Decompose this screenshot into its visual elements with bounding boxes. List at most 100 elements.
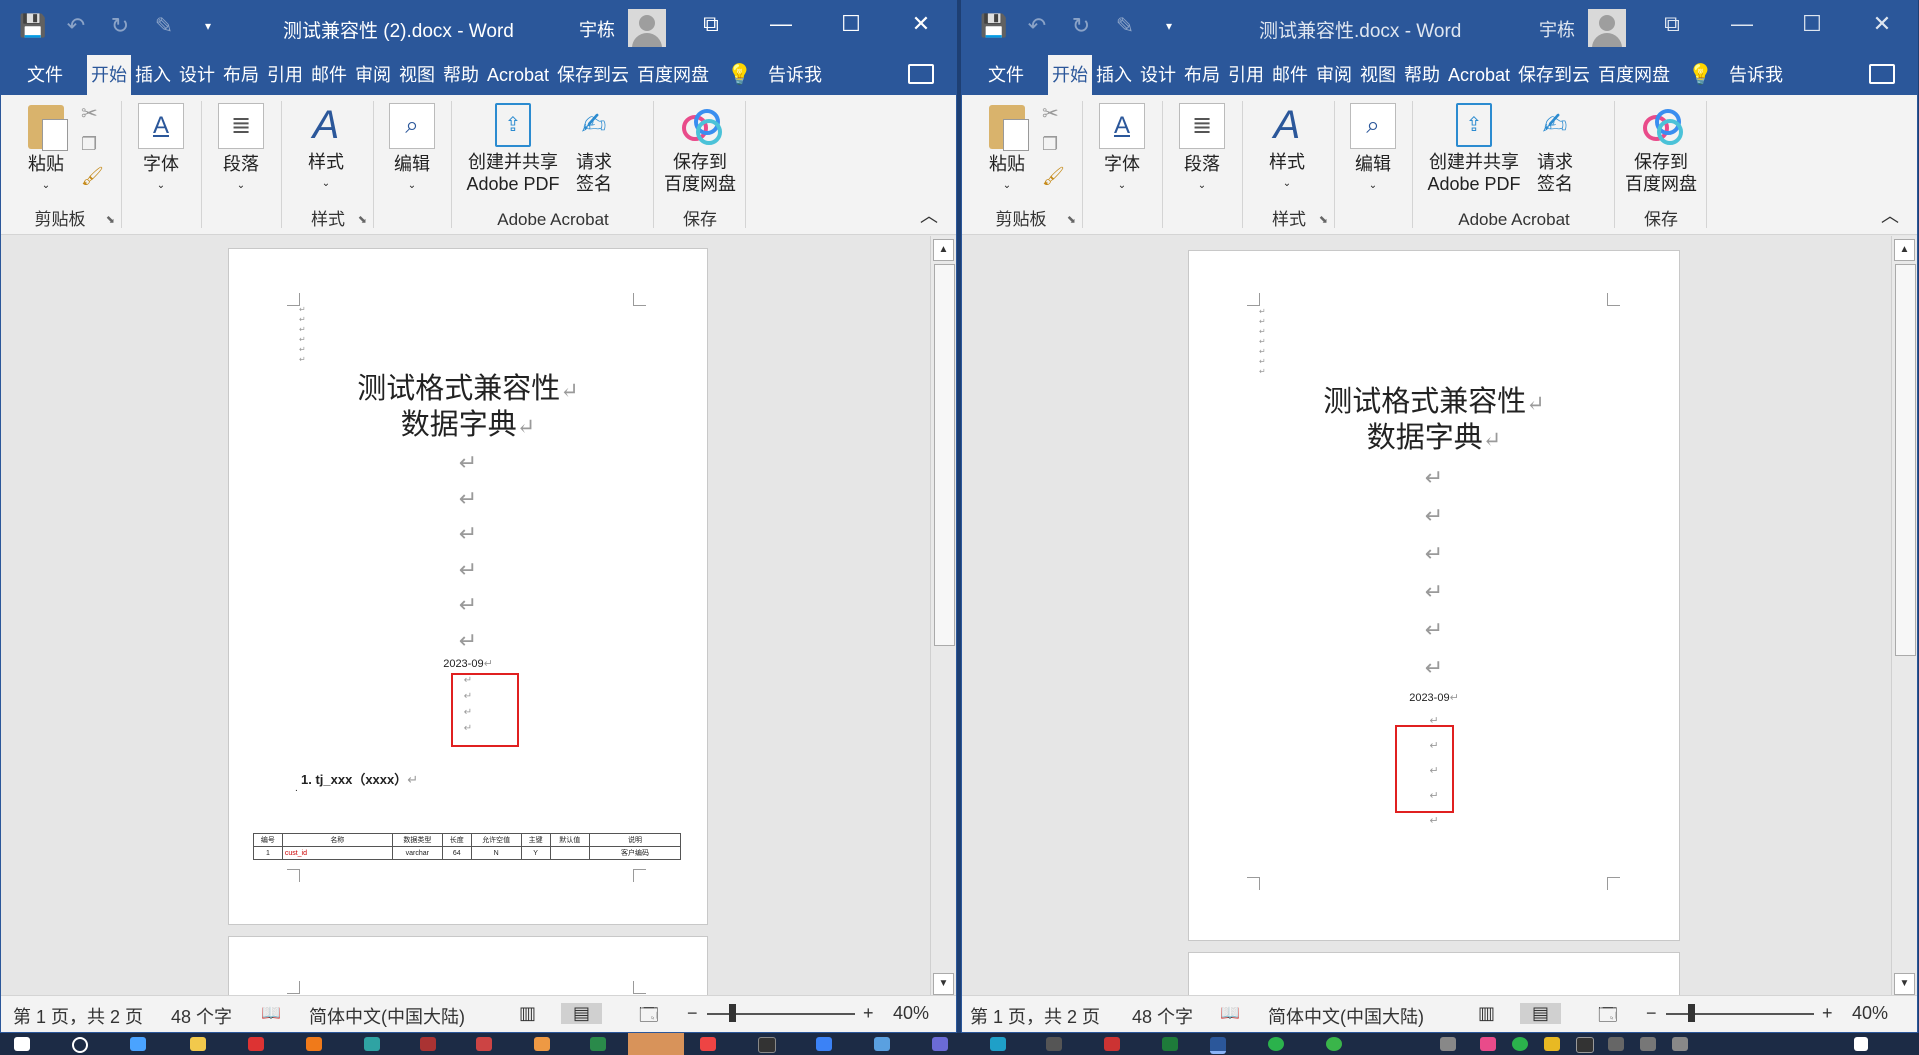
app-icon[interactable]	[306, 1037, 322, 1051]
editing-button[interactable]: ⌕ 编辑 ⌄	[387, 103, 437, 197]
chrome-icon[interactable]	[700, 1037, 716, 1051]
draw-icon[interactable]: ✎	[1112, 13, 1138, 39]
tab-file[interactable]: 文件	[974, 55, 1040, 95]
web-layout-icon[interactable]: 🗔	[1598, 1003, 1618, 1032]
app-icon[interactable]	[816, 1037, 832, 1051]
read-mode-icon[interactable]: ▥	[519, 1003, 536, 1024]
word-count[interactable]: 48 个字	[171, 1003, 232, 1029]
request-signature-button[interactable]: ✍ 请求 签名	[569, 103, 619, 195]
print-layout-icon[interactable]: ▤	[561, 1003, 603, 1024]
tab-mailings[interactable]: 邮件	[1268, 55, 1312, 95]
tell-me-search[interactable]: 告诉我	[764, 55, 826, 95]
tab-insert[interactable]: 插入	[131, 55, 175, 95]
tab-review[interactable]: 审阅	[351, 55, 395, 95]
app-icon[interactable]	[420, 1037, 436, 1051]
save-icon[interactable]: 💾	[19, 13, 46, 39]
zoom-thumb[interactable]	[1688, 1004, 1695, 1022]
tab-view[interactable]: 视图	[1356, 55, 1400, 95]
tray-icon[interactable]	[1480, 1037, 1496, 1051]
word-icon[interactable]	[1210, 1037, 1226, 1054]
draw-icon[interactable]: ✎	[151, 13, 177, 39]
customize-qat-icon[interactable]: ▾	[1156, 19, 1182, 33]
scroll-down-icon[interactable]: ▼	[933, 973, 954, 995]
tab-insert[interactable]: 插入	[1092, 55, 1136, 95]
ribbon-display-icon[interactable]: ⧉	[1637, 11, 1707, 37]
read-mode-icon[interactable]: ▥	[1478, 1003, 1495, 1024]
customize-qat-icon[interactable]: ▾	[195, 19, 221, 33]
font-button[interactable]: A 字体 ⌄	[137, 103, 185, 197]
tab-review[interactable]: 审阅	[1312, 55, 1356, 95]
web-layout-icon[interactable]: 🗔	[639, 1003, 659, 1032]
scroll-up-icon[interactable]: ▲	[1894, 239, 1915, 261]
create-pdf-button[interactable]: ⇪ 创建并共享 Adobe PDF	[1424, 103, 1524, 195]
copy-icon[interactable]: ❐	[1042, 133, 1058, 155]
format-painter-icon[interactable]: 🖌	[1042, 165, 1065, 187]
editing-button[interactable]: ⌕ 编辑 ⌄	[1348, 103, 1398, 197]
zoom-out-icon[interactable]: −	[1646, 1003, 1657, 1024]
search-icon[interactable]	[72, 1037, 88, 1053]
tell-me-search[interactable]: 告诉我	[1725, 55, 1787, 95]
collapse-ribbon-icon[interactable]: ︿	[920, 202, 938, 228]
scroll-thumb[interactable]	[934, 264, 955, 646]
app-icon[interactable]	[1104, 1037, 1120, 1051]
styles-launcher-icon[interactable]: ⬊	[358, 213, 367, 226]
zoom-out-icon[interactable]: −	[687, 1003, 698, 1024]
tab-design[interactable]: 设计	[1136, 55, 1180, 95]
document-area[interactable]: ↵ ↵ ↵ ↵ ↵ ↵ 测试格式兼容性↵ 数据字典↵ ↵ ↵ ↵ ↵ ↵ ↵ 2023-09↵ ↵ ↵…	[1, 236, 931, 998]
page-1[interactable]: ↵ ↵ ↵ ↵ ↵ ↵ ↵ 测试格式兼容性↵ 数据字典↵ ↵ ↵ ↵ ↵ ↵ ↵ 2023-09↵ ↵…	[1188, 250, 1680, 941]
format-painter-icon[interactable]: 🖌	[81, 165, 104, 187]
paragraph-button[interactable]: ≣ 段落 ⌄	[215, 103, 267, 197]
font-button[interactable]: A 字体 ⌄	[1098, 103, 1146, 197]
paragraph-button[interactable]: ≣ 段落 ⌄	[1176, 103, 1228, 197]
lightbulb-icon[interactable]: 💡	[1684, 55, 1717, 95]
scroll-down-icon[interactable]: ▼	[1894, 973, 1915, 995]
zoom-level[interactable]: 40%	[1852, 1003, 1888, 1024]
tab-layout[interactable]: 布局	[1180, 55, 1224, 95]
vertical-scrollbar[interactable]: ▲ ▼	[1891, 236, 1917, 998]
tab-save-to-cloud[interactable]: 保存到云	[1514, 55, 1594, 95]
dialog-launcher-icon[interactable]: ⬊	[1067, 213, 1076, 226]
excel-icon[interactable]	[1162, 1037, 1178, 1051]
styles-button[interactable]: A 样式 ⌄	[301, 103, 351, 195]
create-pdf-button[interactable]: ⇪ 创建并共享 Adobe PDF	[463, 103, 563, 195]
tab-baidu-netdisk[interactable]: 百度网盘	[633, 55, 713, 95]
redo-icon[interactable]: ↻	[107, 13, 133, 39]
tray-icon[interactable]	[1608, 1037, 1624, 1051]
page-count[interactable]: 第 1 页，共 2 页	[970, 1003, 1100, 1029]
minimize-icon[interactable]: —	[1707, 11, 1777, 37]
scroll-thumb[interactable]	[1895, 264, 1916, 656]
paste-button[interactable]: 粘贴 ⌄	[982, 105, 1032, 197]
app-icon[interactable]	[990, 1037, 1006, 1051]
volume-icon[interactable]	[1672, 1037, 1688, 1051]
tab-help[interactable]: 帮助	[439, 55, 483, 95]
paste-button[interactable]: 粘贴 ⌄	[21, 105, 71, 197]
app-icon[interactable]	[364, 1037, 380, 1051]
wechat-icon[interactable]	[1268, 1037, 1284, 1051]
tab-file[interactable]: 文件	[13, 55, 79, 95]
terminal-icon[interactable]	[758, 1037, 776, 1053]
user-name[interactable]: 宇栋	[1539, 16, 1575, 42]
user-name[interactable]: 宇栋	[579, 16, 615, 42]
lightbulb-icon[interactable]: 💡	[723, 55, 756, 95]
app-icon[interactable]	[130, 1037, 146, 1051]
tab-acrobat[interactable]: Acrobat	[483, 55, 553, 95]
print-layout-icon[interactable]: ▤	[1520, 1003, 1562, 1024]
tab-layout[interactable]: 布局	[219, 55, 263, 95]
zoom-in-icon[interactable]: +	[863, 1003, 874, 1024]
page-2[interactable]	[228, 936, 708, 998]
tray-icon[interactable]	[1544, 1037, 1560, 1051]
app-icon[interactable]	[476, 1037, 492, 1051]
ribbon-display-icon[interactable]: ⧉	[676, 11, 746, 37]
tab-help[interactable]: 帮助	[1400, 55, 1444, 95]
tab-references[interactable]: 引用	[1224, 55, 1268, 95]
cut-icon[interactable]: ✂	[1042, 103, 1059, 125]
cut-icon[interactable]: ✂	[81, 103, 98, 125]
tray-icon[interactable]	[1512, 1037, 1528, 1051]
copy-icon[interactable]: ❐	[81, 133, 97, 155]
language[interactable]: 简体中文(中国大陆)	[309, 1003, 465, 1029]
tab-design[interactable]: 设计	[175, 55, 219, 95]
page-1[interactable]: ↵ ↵ ↵ ↵ ↵ ↵ 测试格式兼容性↵ 数据字典↵ ↵ ↵ ↵ ↵ ↵ ↵ 2023-09↵ ↵ ↵…	[228, 248, 708, 925]
language[interactable]: 简体中文(中国大陆)	[1268, 1003, 1424, 1029]
scroll-up-icon[interactable]: ▲	[933, 239, 954, 261]
tab-mailings[interactable]: 邮件	[307, 55, 351, 95]
